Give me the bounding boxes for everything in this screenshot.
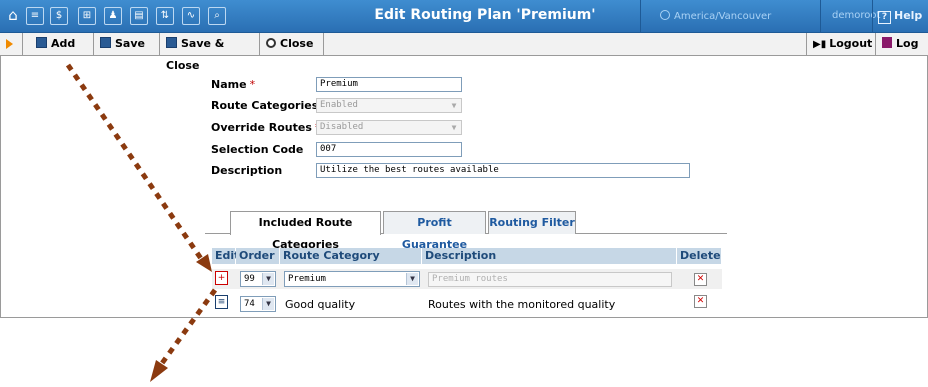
annotation-arrow-line [157,288,218,368]
annotation-arrow-line [65,63,205,262]
page: ⌂ ≡ $ ⊞ ♟ ▤ ⇅ ∿ ⌕ Edit Routing Plan 'Pre… [0,0,928,387]
annotation-arrows [65,63,218,382]
annotation-arrowhead [150,360,168,382]
